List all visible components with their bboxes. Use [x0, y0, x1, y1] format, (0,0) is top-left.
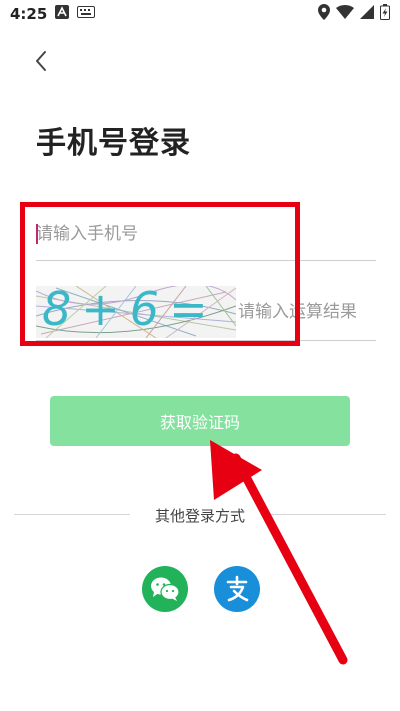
location-icon	[318, 4, 330, 24]
other-login-label: 其他登录方式	[154, 507, 245, 525]
annotation-highlight-box	[20, 202, 300, 346]
keyboard-icon	[77, 6, 96, 22]
alipay-login-button[interactable]	[214, 566, 260, 612]
notification-a-icon	[55, 5, 70, 23]
status-left: 4:25	[10, 5, 96, 23]
page-title: 手机号登录	[36, 126, 191, 161]
status-right	[318, 4, 390, 24]
get-verification-code-button[interactable]: 获取验证码	[50, 396, 350, 446]
annotation-arrow	[210, 440, 348, 665]
back-button[interactable]	[28, 46, 54, 76]
wifi-icon	[336, 5, 354, 23]
signal-icon	[360, 5, 374, 23]
chevron-left-icon	[36, 51, 46, 71]
status-bar: 4:25	[0, 0, 400, 28]
alipay-icon	[226, 575, 249, 602]
wechat-login-button[interactable]	[142, 566, 188, 612]
status-time: 4:25	[10, 5, 48, 23]
wechat-icon	[151, 577, 180, 601]
battery-icon	[380, 4, 390, 24]
